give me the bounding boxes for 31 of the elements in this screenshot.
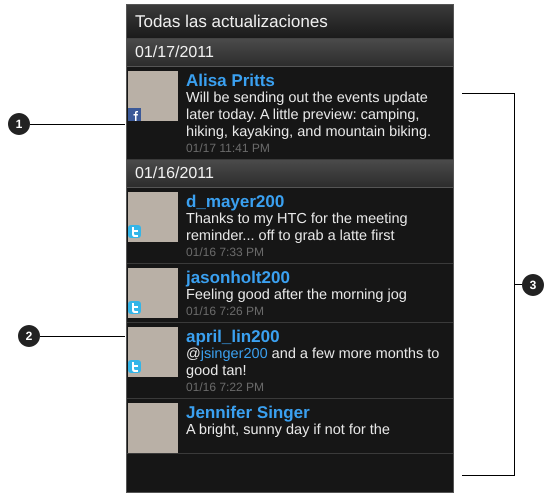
avatar-photo-placeholder bbox=[128, 71, 178, 121]
post-message: @jsinger200 and a few more months to good tan! bbox=[186, 346, 440, 380]
post-message: A bright, sunny day if not for the bbox=[186, 422, 390, 439]
avatar-photo-placeholder bbox=[128, 327, 178, 377]
post-time: 01/16 7:22 PM bbox=[186, 380, 266, 394]
date-text: 01/17/2011 bbox=[135, 42, 214, 62]
callout-number: 3 bbox=[522, 274, 544, 296]
post-message: Feeling good after the morning jog bbox=[186, 287, 407, 304]
post-time: 01/16 7:26 PM bbox=[186, 304, 266, 318]
social-badge-icon bbox=[128, 108, 141, 121]
author-name[interactable]: jasonholt200 bbox=[186, 268, 407, 287]
social-badge-icon bbox=[128, 301, 141, 314]
author-name[interactable]: d_mayer200 bbox=[186, 192, 441, 211]
avatar-photo-placeholder bbox=[128, 268, 178, 318]
post-message: Thanks to my HTC for the meeting reminder... off to grab a latte first bbox=[186, 211, 409, 245]
avatar-photo-placeholder bbox=[128, 403, 178, 453]
header-title: Todas las actualizaciones bbox=[135, 10, 328, 33]
author-name[interactable]: april_lin200 bbox=[186, 327, 441, 346]
author-name[interactable]: Alisa Pritts bbox=[186, 71, 441, 90]
social-badge-icon bbox=[128, 225, 141, 238]
callout-number: 2 bbox=[18, 325, 40, 347]
avatar-photo-placeholder bbox=[128, 192, 178, 242]
post-message: Will be sending out the events update later today. A little preview: camping, hiking, kayaking, and mountain biking. bbox=[186, 90, 432, 141]
post-time: 01/16 7:33 PM bbox=[186, 245, 266, 259]
post-time: 01/17 11:41 PM bbox=[186, 141, 271, 155]
date-text: 01/16/2011 bbox=[135, 164, 214, 184]
author-name[interactable]: Jennifer Singer bbox=[186, 403, 390, 422]
social-badge-icon bbox=[128, 360, 141, 373]
mention-link[interactable]: jsinger200 bbox=[200, 346, 268, 362]
callout-number: 1 bbox=[8, 113, 30, 135]
leader-line bbox=[515, 284, 522, 285]
